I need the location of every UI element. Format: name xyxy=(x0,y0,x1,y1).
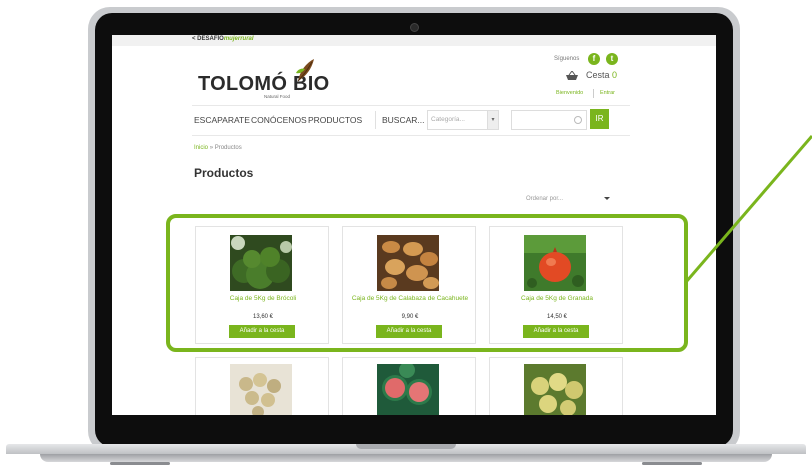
product-card xyxy=(489,357,623,415)
chevron-down-icon[interactable]: ▾ xyxy=(487,111,498,129)
category-placeholder: Categoría... xyxy=(431,116,465,123)
logo-text-a: TOLOMÓ xyxy=(198,73,288,95)
breadcrumb: Inicio » Productos xyxy=(194,145,242,151)
twitter-icon[interactable]: t xyxy=(606,53,618,65)
nav-item-conocenos[interactable]: CONÓCENOS xyxy=(251,115,307,125)
product-card xyxy=(342,357,476,415)
laptop-base xyxy=(0,444,812,468)
nav-item-buscar[interactable]: BUSCAR... xyxy=(382,115,425,125)
back-link[interactable]: < DESAFÍOmujerrural xyxy=(192,36,254,42)
cart-count: 0 xyxy=(612,70,618,80)
breadcrumb-separator: » xyxy=(209,145,214,151)
sort-label: Ordenar por... xyxy=(526,196,564,202)
back-link-brand-a: mujer xyxy=(223,36,241,42)
search-input[interactable] xyxy=(511,110,587,130)
cart-icon[interactable] xyxy=(565,71,579,81)
welcome-link[interactable]: Bienvenido xyxy=(556,90,583,96)
header-divider xyxy=(593,89,594,98)
facebook-icon[interactable]: f xyxy=(588,53,600,65)
base-foot-left xyxy=(110,462,170,465)
back-link-prefix: < DESAFÍO xyxy=(192,36,224,42)
base-notch xyxy=(356,444,456,449)
follow-label: Síguenos xyxy=(554,56,580,62)
product-card xyxy=(195,357,329,415)
product-image-melon[interactable] xyxy=(524,364,586,415)
category-select[interactable]: Categoría... ▾ xyxy=(427,110,499,130)
nav-divider xyxy=(375,111,376,129)
back-link-brand-b: rural xyxy=(240,36,254,42)
camera-icon xyxy=(410,23,419,32)
nav-top-border xyxy=(192,105,630,106)
caret-down-icon xyxy=(604,197,610,200)
base-foot-right xyxy=(642,462,702,465)
product-image-potatoes[interactable] xyxy=(230,364,292,415)
breadcrumb-home[interactable]: Inicio xyxy=(194,145,208,151)
cart-label[interactable]: Cesta xyxy=(586,70,610,80)
base-bottom xyxy=(40,454,772,462)
breadcrumb-current: Productos xyxy=(214,145,242,151)
product-image-watermelon[interactable] xyxy=(377,364,439,415)
login-link[interactable]: Entrar xyxy=(600,90,615,96)
sort-select[interactable]: Ordenar por... xyxy=(522,192,614,207)
nav-bottom-border xyxy=(192,135,630,136)
go-button[interactable]: IR xyxy=(590,109,609,129)
page-title: Productos xyxy=(194,166,254,180)
nav-item-productos[interactable]: PRODUCTOS xyxy=(308,115,362,125)
leaf-icon xyxy=(296,59,314,82)
search-icon xyxy=(574,116,582,124)
logo-subtitle: Natural Food xyxy=(264,94,291,99)
nav-item-escaparate[interactable]: ESCAPARATE xyxy=(194,115,250,125)
highlight-box xyxy=(166,214,688,352)
